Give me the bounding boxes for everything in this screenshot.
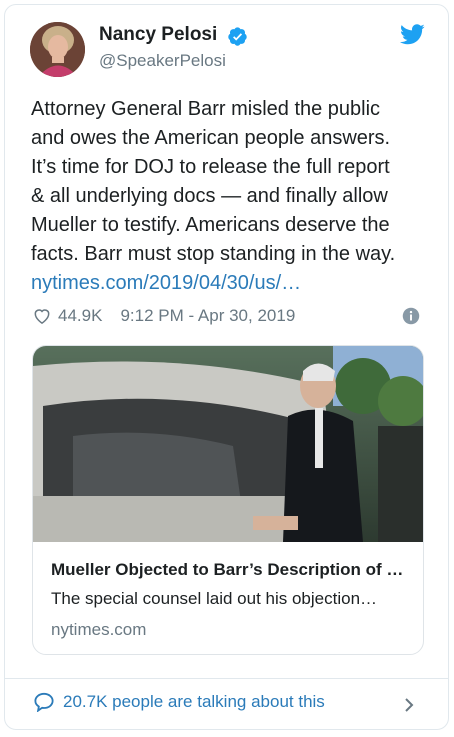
tweet-line: and owes the American people answers. bbox=[31, 127, 391, 149]
conversation-link[interactable]: 20.7K people are talking about this bbox=[33, 692, 325, 712]
heart-icon[interactable] bbox=[32, 306, 52, 326]
tweet-line: facts. Barr must stop standing in the wa… bbox=[31, 243, 396, 265]
chevron-right-icon[interactable] bbox=[402, 696, 416, 714]
tweet-line: It’s time for DOJ to release the full re… bbox=[31, 156, 390, 178]
speech-bubble-icon bbox=[34, 692, 54, 712]
link-preview-card[interactable]: Mueller Objected to Barr’s Description o… bbox=[32, 345, 424, 655]
twitter-bird-icon[interactable] bbox=[400, 24, 425, 45]
tweet-line: Mueller to testify. Americans deserve th… bbox=[31, 214, 390, 236]
tweet-line: Attorney General Barr misled the public bbox=[31, 98, 381, 120]
like-count[interactable]: 44.9K bbox=[58, 306, 102, 326]
preview-title[interactable]: Mueller Objected to Barr’s Description o… bbox=[51, 560, 411, 580]
tweet-line: & all underlying docs — and finally allo… bbox=[31, 185, 388, 207]
author-handle[interactable]: @SpeakerPelosi bbox=[99, 51, 226, 71]
avatar[interactable] bbox=[30, 22, 85, 77]
info-icon[interactable] bbox=[402, 307, 420, 325]
preview-domain: nytimes.com bbox=[51, 620, 147, 639]
tweet-text: Attorney General Barr misled the public … bbox=[31, 95, 431, 298]
verified-badge-icon bbox=[228, 27, 247, 46]
conversation-count[interactable]: 20.7K people are talking about this bbox=[63, 692, 325, 712]
divider bbox=[5, 678, 448, 679]
preview-image bbox=[33, 346, 423, 542]
timestamp[interactable]: 9:12 PM - Apr 30, 2019 bbox=[120, 306, 295, 326]
preview-description: The special counsel laid out his objecti… bbox=[51, 589, 378, 608]
tweet-link[interactable]: nytimes.com/2019/04/30/us/… bbox=[31, 269, 431, 298]
author-name[interactable]: Nancy Pelosi bbox=[99, 24, 217, 46]
tweet-meta: 44.9K 9:12 PM - Apr 30, 2019 bbox=[32, 304, 295, 328]
